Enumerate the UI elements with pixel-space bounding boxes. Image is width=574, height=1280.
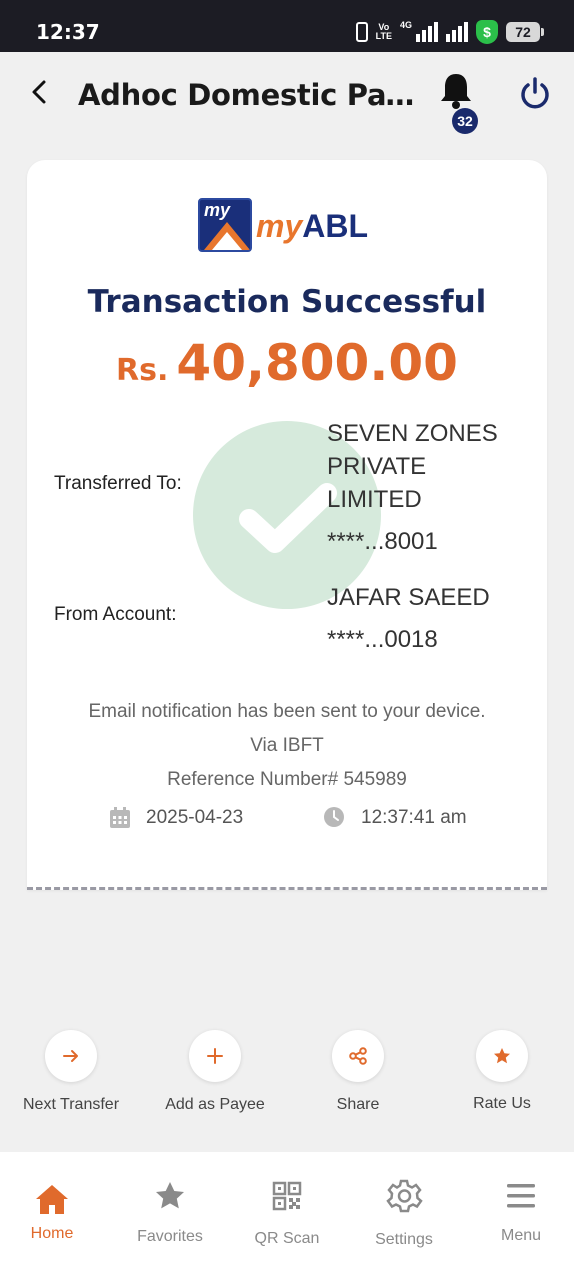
rate-us-button[interactable]: Rate Us — [442, 1030, 562, 1120]
payee-name: SEVEN ZONES PRIVATE LIMITED — [327, 420, 498, 513]
back-arrow-icon[interactable] — [24, 76, 56, 108]
nav-item-settings[interactable]: Settings — [346, 1152, 462, 1280]
signal-icon — [416, 22, 438, 42]
logo-emblem: my — [198, 198, 252, 252]
myabl-logo: my myABL — [198, 196, 378, 258]
star-icon — [494, 1048, 510, 1064]
notification-bell-icon[interactable] — [436, 68, 476, 112]
nav-item-menu[interactable]: Menu — [463, 1152, 574, 1280]
signal-icon-2 — [446, 22, 468, 42]
status-time: 12:37 — [36, 20, 100, 44]
status-bar: 12:37 Vo LTE 4G $ 72 — [0, 0, 574, 52]
amount-value: 40,800.00 — [176, 334, 458, 392]
sender-account-number: ****...0018 — [327, 626, 438, 653]
next-transfer-button[interactable]: Next Transfer — [11, 1030, 131, 1120]
share-icon — [349, 1047, 367, 1065]
notification-count-badge: 32 — [452, 108, 478, 134]
page-title: Adhoc Domestic Paym... — [78, 78, 418, 112]
arrow-right-icon — [63, 1050, 78, 1062]
transaction-status-title: Transaction Successful — [87, 284, 487, 320]
sender-name: JAFAR SAEED — [327, 584, 490, 611]
transfer-channel: Via IBFT — [250, 735, 324, 756]
add-as-payee-button[interactable]: Add as Payee — [155, 1030, 275, 1120]
volte-icon: Vo LTE — [375, 22, 392, 41]
nav-item-qr-scan[interactable]: QR Scan — [229, 1152, 345, 1280]
plus-icon — [207, 1048, 223, 1064]
next-transfer-label: Next Transfer — [22, 1096, 120, 1113]
calendar-icon — [110, 807, 130, 828]
share-button[interactable]: Share — [298, 1030, 418, 1120]
share-label: Share — [336, 1096, 380, 1113]
qr-icon — [272, 1181, 302, 1211]
menu-icon — [507, 1184, 535, 1208]
battery-icon: 72 — [506, 22, 544, 42]
app-header: Adhoc Domestic Paym... 32 — [0, 52, 574, 144]
receipt-perforated-edge — [27, 886, 547, 890]
transferred-to-label: Transferred To: — [54, 473, 182, 494]
rate-us-label: Rate Us — [473, 1095, 531, 1112]
from-account-label: From Account: — [54, 604, 177, 625]
network-type-label: 4G — [399, 20, 412, 30]
star-icon — [156, 1182, 184, 1209]
vibrate-icon — [355, 22, 368, 42]
nav-item-home[interactable]: Home — [0, 1152, 110, 1280]
add-as-payee-label: Add as Payee — [165, 1096, 265, 1113]
status-icons: Vo LTE 4G $ 72 — [355, 20, 544, 44]
email-notice: Email notification has been sent to your… — [88, 701, 486, 722]
transaction-time: 12:37:41 am — [361, 807, 467, 828]
power-logout-icon[interactable] — [518, 76, 552, 110]
transaction-amount: Rs. 40,800.00 — [27, 334, 547, 392]
reference-number: Reference Number# 545989 — [167, 769, 407, 790]
cash-shield-icon: $ — [476, 20, 498, 44]
clock-icon — [324, 807, 344, 827]
currency-label: Rs. — [116, 353, 169, 388]
transaction-date: 2025-04-23 — [146, 807, 244, 828]
nav-item-favorites[interactable]: Favorites — [112, 1152, 228, 1280]
home-icon — [36, 1185, 68, 1214]
bottom-navigation: Home Favorites QR Scan Settings Menu — [0, 1152, 574, 1280]
payee-account-number: ****...8001 — [327, 528, 438, 555]
gear-icon — [386, 1179, 423, 1213]
